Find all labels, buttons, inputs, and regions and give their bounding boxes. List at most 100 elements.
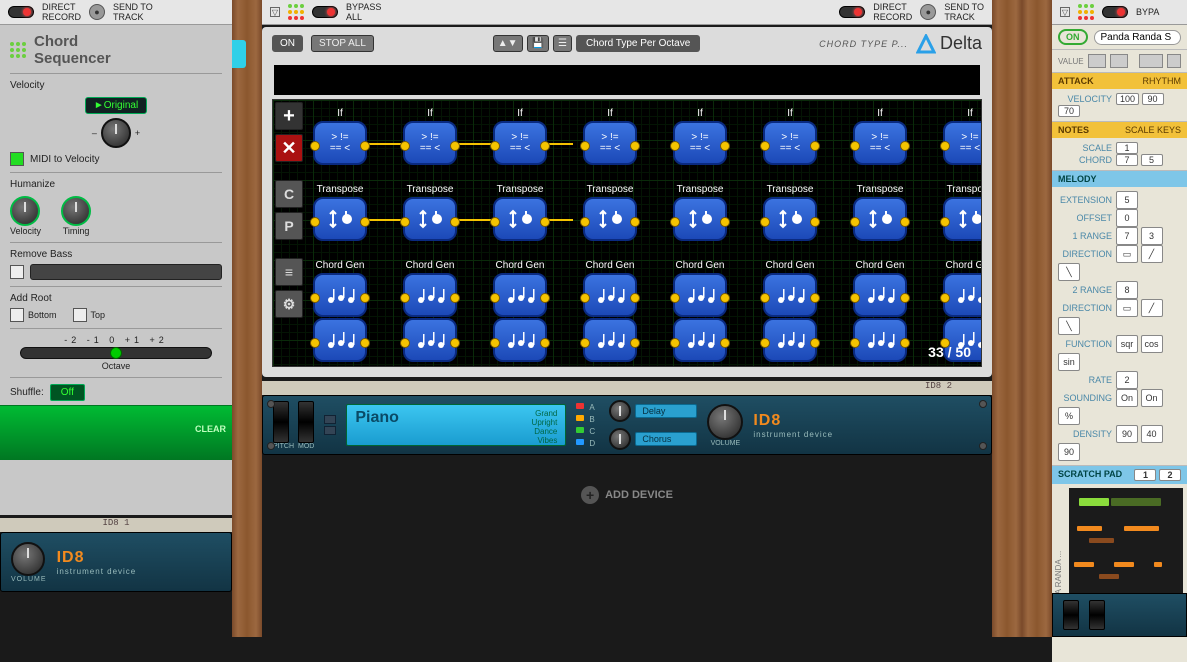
panda-velocity-value[interactable]: 70 (1058, 105, 1080, 117)
id8-left-volume-knob[interactable] (11, 542, 45, 576)
panda-patch-name[interactable]: Panda Randa S (1094, 30, 1182, 45)
delta-node-if[interactable]: If> != == < (493, 108, 547, 165)
velocity-original-chip[interactable]: ► Original (85, 97, 147, 114)
panda-dir2a[interactable]: ▭ (1116, 299, 1138, 317)
octave-slider[interactable] (20, 347, 212, 359)
panda-scale-value[interactable]: 1 (1116, 142, 1138, 154)
panda-sounding-value[interactable]: On (1116, 389, 1138, 407)
remove-bass-checkbox[interactable] (10, 265, 24, 279)
patch-save-button[interactable]: 💾 (527, 35, 549, 52)
id8-preset[interactable]: Upright (532, 418, 558, 427)
delta-node-if[interactable]: If> != == < (853, 108, 907, 165)
delta-add-button[interactable]: + (275, 102, 303, 130)
delta-node-transpose[interactable]: Transpose (943, 184, 982, 241)
humanize-timing-knob[interactable] (61, 196, 91, 226)
humanize-velocity-knob[interactable] (10, 196, 40, 226)
add-root-bottom-checkbox[interactable] (10, 308, 24, 322)
id8-lcd[interactable]: Piano GrandUprightDanceVibes (346, 404, 566, 446)
panda-dir1b[interactable]: ╱ (1141, 245, 1163, 263)
panda-value-c[interactable] (1139, 54, 1163, 68)
delta-node-chord-gen[interactable]: Chord Gen (673, 260, 727, 317)
rack-tab-handle[interactable] (232, 40, 246, 68)
panda-dir2b[interactable]: ╱ (1141, 299, 1163, 317)
panda-value-d[interactable] (1167, 54, 1181, 68)
id8-fx1-knob[interactable] (609, 400, 631, 422)
delta-node-transpose[interactable]: Transpose (313, 184, 367, 241)
delta-node-chordgen2[interactable] (673, 318, 727, 362)
remove-bass-slider[interactable] (30, 264, 222, 280)
delta-node-chord-gen[interactable]: Chord Gen (853, 260, 907, 317)
add-device-button[interactable]: + ADD DEVICE (262, 455, 992, 535)
delta-node-chordgen2[interactable] (493, 318, 547, 362)
panda-offset[interactable]: 0 (1116, 209, 1138, 227)
delta-node-chord-gen[interactable]: Chord Gen (763, 260, 817, 317)
panda-extension[interactable]: 5 (1116, 191, 1138, 209)
id8-preset-up[interactable] (324, 415, 336, 424)
panda-dir1a[interactable]: ▭ (1116, 245, 1138, 263)
id8-preset-down[interactable] (324, 426, 336, 435)
direct-record-toggle[interactable] (8, 6, 34, 18)
right-bypass-toggle[interactable] (1102, 6, 1128, 18)
add-root-top-checkbox[interactable] (73, 308, 87, 322)
panda-on-button[interactable]: ON (1058, 29, 1088, 45)
id8-mod-wheel[interactable] (298, 401, 314, 443)
midi-to-velocity-checkbox[interactable] (10, 152, 24, 166)
delta-tool-c[interactable]: C (275, 180, 303, 208)
panda-sounding-value[interactable]: % (1058, 407, 1080, 425)
panda-chord-value[interactable]: 7 (1116, 154, 1138, 166)
id8-fx1-chip[interactable]: Delay (635, 404, 697, 418)
mid-direct-record-toggle[interactable] (839, 6, 865, 18)
bypass-all-toggle[interactable] (312, 6, 338, 18)
delta-node-transpose[interactable]: Transpose (853, 184, 907, 241)
delta-stopall-button[interactable]: STOP ALL (311, 35, 374, 52)
panda-density-value[interactable]: 40 (1141, 425, 1163, 443)
id8-right-wheel-2[interactable] (1089, 600, 1105, 630)
scratch-page-1[interactable]: 1 (1134, 469, 1156, 481)
id8-fx2-knob[interactable] (609, 428, 631, 450)
delta-tool-list[interactable]: ≡ (275, 258, 303, 286)
delta-node-chord-gen[interactable]: Chord Gen (403, 260, 457, 317)
panda-range2[interactable]: 8 (1116, 281, 1138, 299)
delta-canvas[interactable]: If> != == < If> != == < If> != == < If> != … (272, 99, 982, 367)
patch-menu-button[interactable]: ☰ (553, 35, 572, 52)
panda-density-value[interactable]: 90 (1116, 425, 1138, 443)
panda-velocity-value[interactable]: 100 (1116, 93, 1139, 105)
panda-function-value[interactable]: cos (1141, 335, 1163, 353)
delta-node-transpose[interactable]: Transpose (763, 184, 817, 241)
delta-node-transpose[interactable]: Transpose (403, 184, 457, 241)
shuffle-display[interactable]: CLEAR (0, 405, 232, 460)
delta-node-chordgen2[interactable] (583, 318, 637, 362)
delta-node-transpose[interactable]: Transpose (583, 184, 637, 241)
delta-on-button[interactable]: ON (272, 35, 303, 52)
panda-function-value[interactable]: sqr (1116, 335, 1138, 353)
panda-chord-value[interactable]: 5 (1141, 154, 1163, 166)
shuffle-state[interactable]: Off (50, 384, 85, 401)
delta-node-chord-gen[interactable]: Chord Gen (943, 260, 982, 317)
id8-preset[interactable]: Dance (532, 427, 558, 436)
delta-node-if[interactable]: If> != == < (313, 108, 367, 165)
panda-value-b[interactable] (1110, 54, 1128, 68)
send-to-track-button[interactable]: ● (89, 4, 105, 20)
panda-rate[interactable]: 2 (1116, 371, 1138, 389)
delta-node-if[interactable]: If> != == < (403, 108, 457, 165)
id8-volume-knob[interactable] (707, 404, 743, 440)
panda-range1-value[interactable]: 3 (1141, 227, 1163, 245)
delta-node-if[interactable]: If> != == < (943, 108, 982, 165)
panda-function-value[interactable]: sin (1058, 353, 1080, 371)
panda-range1-value[interactable]: 7 (1116, 227, 1138, 245)
delta-node-transpose[interactable]: Transpose (493, 184, 547, 241)
delta-node-chord-gen[interactable]: Chord Gen (583, 260, 637, 317)
right-fold[interactable]: ▽ (1060, 7, 1070, 17)
delta-node-chordgen2[interactable] (313, 318, 367, 362)
panda-density-value[interactable]: 90 (1058, 443, 1080, 461)
delta-tool-p[interactable]: P (275, 212, 303, 240)
id8-preset[interactable]: Grand (532, 409, 558, 418)
delta-patch-name[interactable]: Chord Type Per Octave (576, 35, 700, 52)
id8-pitch-wheel[interactable] (273, 401, 289, 443)
velocity-knob[interactable] (101, 118, 131, 148)
id8-preset[interactable]: Vibes (532, 436, 558, 445)
delta-node-if[interactable]: If> != == < (673, 108, 727, 165)
delta-delete-button[interactable]: ✕ (275, 134, 303, 162)
shuffle-clear-button[interactable]: CLEAR (195, 424, 226, 434)
delta-node-chord-gen[interactable]: Chord Gen (493, 260, 547, 317)
